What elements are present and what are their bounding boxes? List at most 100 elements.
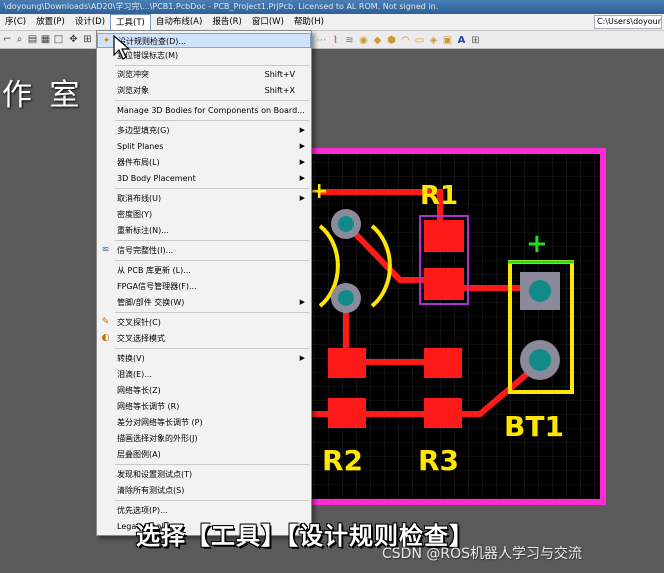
r3-pad-2[interactable]	[424, 398, 462, 428]
menu-shortcut: Shift+V	[264, 70, 295, 79]
submenu-arrow-icon: ▶	[299, 142, 305, 150]
menu-label: Manage 3D Bodies for Components on Board…	[117, 106, 305, 115]
r1-label: R1	[420, 181, 458, 211]
window-title-bar: \doyoung\Downloads\AD20\学习完\...\PCB1.Pcb…	[0, 0, 664, 14]
menu-pin-part-swapping[interactable]: 管脚/部件 交换(W) ▶	[97, 295, 311, 310]
menu-label: 从 PCB 库更新 (L)...	[117, 266, 191, 275]
menu-manage-3d-bodies[interactable]: Manage 3D Bodies for Components on Board…	[97, 103, 311, 118]
component-icon[interactable]: ◈	[428, 35, 439, 46]
toolbar-right-group: ⋯ ⌇ ≋ ◉ ◆ ⬢ ◠ ▭ ◈ ▣ A ⊞	[312, 31, 481, 49]
pcb-board[interactable]: + R1 R2 R3 + BT1	[300, 148, 606, 505]
diff-pair-icon[interactable]: ≋	[344, 35, 355, 46]
menu-signal-integrity[interactable]: ≋ 信号完整性(I)...	[97, 243, 311, 258]
menu-item-tools[interactable]: 工具(T)	[110, 14, 151, 30]
zoom-icon[interactable]: ⌕	[14, 34, 25, 45]
menu-label: 重新标注(N)...	[117, 226, 169, 235]
menu-split-planes[interactable]: Split Planes ▶	[97, 139, 311, 154]
align-icon[interactable]: ⊞	[82, 34, 93, 45]
menu-3d-body-placement[interactable]: 3D Body Placement ▶	[97, 171, 311, 186]
r1-pad-2[interactable]	[424, 268, 464, 300]
menu-shortcut: Shift+X	[264, 86, 295, 95]
select-icon: ◐	[101, 333, 110, 343]
r1-pad-1[interactable]	[424, 220, 464, 252]
bt1-pad-1-hole	[529, 280, 551, 302]
menu-label: 多边型填充(G)	[117, 126, 170, 135]
menu-label: 信号完整性(I)...	[117, 246, 174, 255]
r2-pad-1[interactable]	[328, 348, 366, 378]
menu-browse-objects[interactable]: 浏览对象 Shift+X	[97, 83, 311, 98]
menu-item-route[interactable]: 自动布线(A)	[151, 14, 207, 30]
menu-cross-probe[interactable]: ✎ 交叉探针(C)	[97, 315, 311, 330]
menu-clear-all-testpoints[interactable]: 清除所有测试点(S)	[97, 483, 311, 498]
move-icon[interactable]: ✥	[68, 34, 79, 45]
menu-separator	[115, 100, 309, 101]
menu-layer-stack-legend[interactable]: 层叠图例(A)	[97, 447, 311, 462]
path-box[interactable]: C:\Users\doyoung\	[594, 15, 662, 29]
menu-outline-selected-objects[interactable]: 描画选择对象的外形(J)	[97, 431, 311, 446]
menu-diff-pair-length-tuning[interactable]: 差分对网络等长调节 (P)	[97, 415, 311, 430]
menu-density-map[interactable]: 密度图(Y)	[97, 207, 311, 222]
grid-icon[interactable]: ⊞	[470, 35, 481, 46]
select-rect-icon[interactable]: □	[53, 34, 64, 45]
region-icon[interactable]: ▣	[442, 35, 453, 46]
keepout-icon[interactable]: ▭	[414, 35, 425, 46]
copy-icon[interactable]: ▤	[27, 34, 38, 45]
menu-label: 泪滴(E)...	[117, 370, 152, 379]
interactive-route-icon[interactable]: ⌇	[330, 35, 341, 46]
menu-net-length[interactable]: 网络等长(Z)	[97, 383, 311, 398]
menu-fpga-signal-manager[interactable]: FPGA信号管理器(F)...	[97, 279, 311, 294]
arc-icon[interactable]: ◠	[400, 35, 411, 46]
video-caption-left: 作 室	[2, 78, 84, 113]
menu-label: 管脚/部件 交换(W)	[117, 298, 185, 307]
text-icon[interactable]: A	[456, 35, 467, 46]
menu-find-set-testpoints[interactable]: 发现和设置测试点(T)	[97, 467, 311, 482]
menu-unroute[interactable]: 取消布线(U) ▶	[97, 191, 311, 206]
menu-teardrops[interactable]: 泪滴(E)...	[97, 367, 311, 382]
menu-item-place[interactable]: 放置(P)	[31, 14, 70, 30]
r3-pad-1[interactable]	[424, 348, 462, 378]
menu-browse-violations[interactable]: 浏览冲突 Shift+V	[97, 67, 311, 82]
silk-plus-left: +	[310, 179, 328, 204]
menu-item-help[interactable]: 帮助(H)	[289, 14, 329, 30]
menu-convert[interactable]: 转换(V) ▶	[97, 351, 311, 366]
menu-separator	[115, 312, 309, 313]
menu-separator	[115, 260, 309, 261]
menu-cross-select-mode[interactable]: ◐ 交叉选择模式	[97, 331, 311, 346]
route-icon[interactable]: ⋯	[316, 35, 327, 46]
menu-label: 网络等长调节 (R)	[117, 402, 180, 411]
menu-bar: 序(C) 放置(P) 设计(D) 工具(T) 自动布线(A) 报告(R) 窗口(…	[0, 14, 664, 31]
menu-net-length-tuning[interactable]: 网络等长调节 (R)	[97, 399, 311, 414]
watermark: CSDN @ROS机器人学习与交流	[382, 546, 582, 562]
menu-label: 密度图(Y)	[117, 210, 153, 219]
menu-item-window[interactable]: 窗口(W)	[247, 14, 289, 30]
menu-label: 层叠图例(A)	[117, 450, 161, 459]
menu-label: 交叉选择模式	[117, 334, 165, 343]
tools-dropdown-menu: ✦ 设计规则检查(D)... 复位错误标志(M) 浏览冲突 Shift+V 浏览…	[96, 30, 312, 536]
menu-polygon-pours[interactable]: 多边型填充(G) ▶	[97, 123, 311, 138]
menu-label: 发现和设置测试点(T)	[117, 470, 193, 479]
menu-item-edit[interactable]: 序(C)	[0, 14, 31, 30]
r2-label: R2	[322, 444, 363, 477]
menu-item-design[interactable]: 设计(D)	[70, 14, 110, 30]
paste-icon[interactable]: ▦	[40, 34, 51, 45]
r2-pad-2[interactable]	[328, 398, 366, 428]
menu-component-placement[interactable]: 器件布局(L) ▶	[97, 155, 311, 170]
signal-icon: ≋	[101, 245, 110, 255]
via-icon[interactable]: ◉	[358, 35, 369, 46]
menu-separator	[115, 500, 309, 501]
via-1-hole	[338, 216, 354, 232]
menu-item-reports[interactable]: 报告(R)	[207, 14, 247, 30]
fill-icon[interactable]: ◆	[372, 35, 383, 46]
menu-label: 清除所有测试点(S)	[117, 486, 185, 495]
r3-label: R3	[418, 444, 459, 477]
submenu-arrow-icon: ▶	[299, 158, 305, 166]
menu-label: 取消布线(U)	[117, 194, 162, 203]
menu-re-annotate[interactable]: 重新标注(N)...	[97, 223, 311, 238]
menu-update-from-pcb-lib[interactable]: 从 PCB 库更新 (L)...	[97, 263, 311, 278]
menu-label: 网络等长(Z)	[117, 386, 161, 395]
wire-icon[interactable]: ⌐	[2, 34, 13, 45]
menu-separator	[115, 348, 309, 349]
bt1-pad-2-hole	[529, 349, 551, 371]
bt1-label: BT1	[504, 410, 564, 443]
polygon-icon[interactable]: ⬢	[386, 35, 397, 46]
